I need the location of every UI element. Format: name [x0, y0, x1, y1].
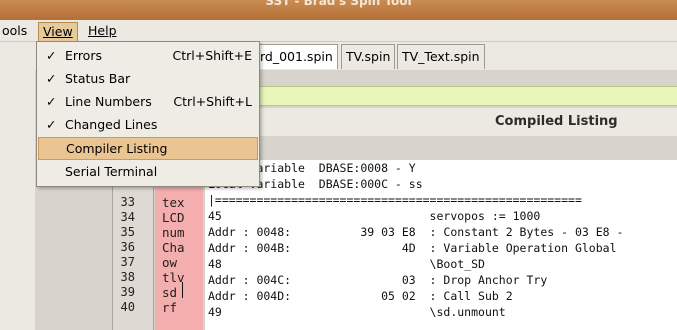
source-fragment: rf — [162, 300, 178, 315]
menu-item-errors[interactable]: ✓ Errors Ctrl+Shift+E — [38, 45, 258, 68]
menu-item-label: Compiler Listing — [66, 141, 168, 156]
line-number: 40 — [120, 300, 135, 314]
listing-line: |=======================================… — [208, 193, 582, 207]
menu-view[interactable]: View — [38, 22, 78, 41]
listing-line: 48 \Boot_SD — [208, 257, 485, 271]
menu-item-label: Status Bar — [65, 71, 131, 86]
menu-item-label: Changed Lines — [65, 117, 158, 132]
window-title-bar: SST - Brad's Spin Tool — [0, 0, 677, 20]
source-fragment: num — [162, 225, 185, 240]
menu-tools[interactable]: ools — [0, 22, 31, 41]
line-number: 33 — [120, 195, 135, 209]
check-icon: ✓ — [46, 71, 57, 86]
menu-item-compiler-listing[interactable]: Compiler Listing — [38, 137, 258, 160]
view-menu-dropdown: ✓ Errors Ctrl+Shift+E ✓ Status Bar ✓ Lin… — [36, 41, 260, 187]
menu-help-label: Help — [88, 23, 117, 38]
check-icon: ✓ — [46, 94, 57, 109]
source-fragment: sd — [162, 285, 178, 300]
line-number: 39 — [120, 285, 135, 299]
window-title: SST - Brad's Spin Tool — [265, 0, 412, 8]
compiled-listing-title: Compiled Listing — [495, 114, 618, 129]
text-cursor — [182, 282, 183, 298]
menu-help[interactable]: Help — [84, 22, 121, 41]
source-fragment: ow — [162, 255, 178, 270]
listing-line: Addr : 004B: 4D : Variable Operation Glo… — [208, 241, 617, 255]
listing-line: Addr : 0048: 39 03 E8 : Constant 2 Bytes… — [208, 225, 624, 239]
line-number: 35 — [120, 225, 135, 239]
listing-line: Addr : 004D: 05 02 : Call Sub 2 — [208, 289, 513, 303]
menu-item-label: Serial Terminal — [65, 164, 158, 179]
listing-header: Compiled Listing — [255, 108, 677, 136]
menu-item-serial-terminal[interactable]: Serial Terminal — [38, 161, 258, 184]
listing-line: Addr : 004C: 03 : Drop Anchor Try — [208, 273, 548, 287]
file-tab-strip: rd_001.spin TV.spin TV_Text.spin — [255, 44, 677, 70]
menu-item-label: Line Numbers — [65, 94, 152, 109]
compiled-listing-pane[interactable]: Local Variable DBASE:0008 - Y Local Vari… — [205, 160, 677, 330]
line-number: 37 — [120, 255, 135, 269]
menu-item-label: Errors — [65, 48, 102, 63]
menu-item-changed-lines[interactable]: ✓ Changed Lines — [38, 114, 258, 137]
menu-view-label: View — [43, 24, 73, 39]
check-icon: ✓ — [46, 48, 57, 63]
line-number: 34 — [120, 210, 135, 224]
menu-item-status-bar[interactable]: ✓ Status Bar — [38, 68, 258, 91]
listing-line: 49 \sd.unmount — [208, 305, 506, 319]
menu-bar: ools View Help — [0, 20, 677, 42]
check-icon: ✓ — [46, 117, 57, 132]
line-number: 38 — [120, 270, 135, 284]
source-fragment: tex — [162, 195, 185, 210]
status-highlight-bar — [255, 86, 677, 106]
source-fragment: Cha — [162, 240, 185, 255]
tab-rd-001[interactable]: rd_001.spin — [255, 44, 338, 69]
source-fragment: LCD — [162, 210, 185, 225]
menu-item-shortcut: Ctrl+Shift+E — [172, 48, 253, 63]
tab-tv[interactable]: TV.spin — [341, 44, 396, 69]
menu-item-shortcut: Ctrl+Shift+L — [173, 94, 252, 109]
listing-line: 45 servopos := 1000 — [208, 209, 541, 223]
menu-item-line-numbers[interactable]: ✓ Line Numbers Ctrl+Shift+L — [38, 91, 258, 114]
line-number: 36 — [120, 240, 135, 254]
tab-tv-text[interactable]: TV_Text.spin — [397, 44, 485, 69]
